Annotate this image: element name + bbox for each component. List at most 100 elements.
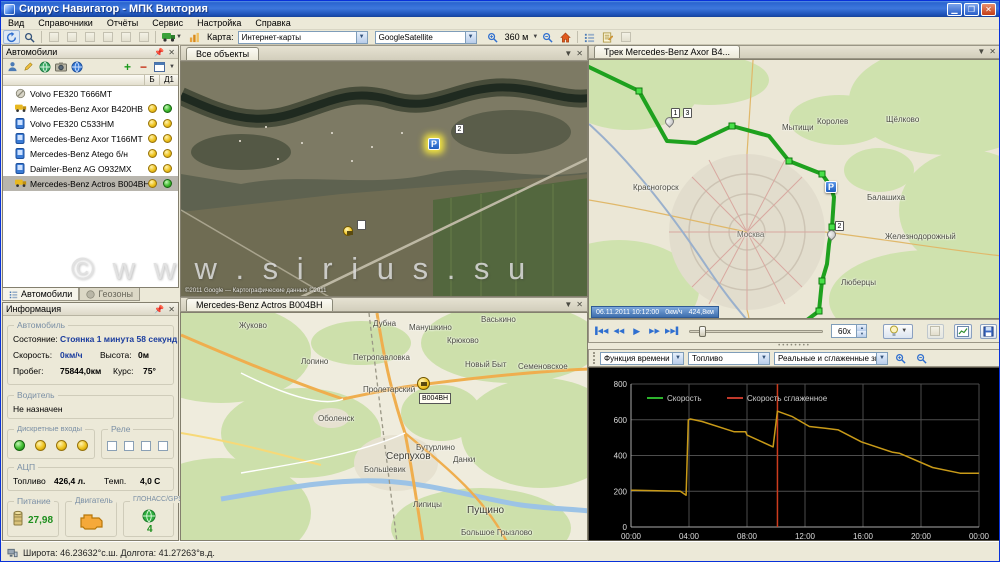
edit-button[interactable]: [22, 60, 35, 73]
track-badge-3[interactable]: 3: [683, 108, 692, 118]
chart-values-combobox[interactable]: Реальные и сглаженные значен ▼: [774, 352, 888, 365]
chevron-down-icon[interactable]: ▼: [356, 32, 367, 43]
menu-reports[interactable]: Отчёты: [100, 18, 145, 28]
home-button[interactable]: [557, 30, 574, 44]
chevron-down-icon[interactable]: ▼: [876, 353, 887, 364]
close-icon[interactable]: ✕: [168, 305, 175, 314]
track-badge-1[interactable]: 1: [671, 108, 680, 118]
chart-zoom-in-button[interactable]: [892, 351, 909, 365]
route-map[interactable]: Жуково Дубна Манушкино Крюково Васькино …: [180, 312, 588, 541]
tab-actros-map-label: Mercedes-Benz Actros B004BH: [196, 300, 323, 310]
sat-parking-marker[interactable]: P: [428, 138, 440, 150]
route-vehicle-marker[interactable]: [417, 377, 430, 390]
tab-geozones[interactable]: Геозоны: [79, 288, 140, 301]
track-button[interactable]: [70, 60, 83, 73]
add-vehicle-button[interactable]: +: [121, 60, 134, 73]
relay-group: Реле: [101, 429, 174, 459]
chevron-down-icon[interactable]: ▼: [564, 300, 572, 309]
scale-dropdown-icon[interactable]: ▼: [532, 34, 538, 40]
close-icon[interactable]: ✕: [989, 47, 996, 56]
play-button[interactable]: ▶: [629, 324, 645, 339]
maximize-button[interactable]: ❐: [964, 3, 979, 16]
camera-button[interactable]: [54, 60, 67, 73]
relay-checkbox-4[interactable]: [158, 441, 168, 451]
satellite-map[interactable]: 2 P ©2011 Google — Картографические данн…: [180, 61, 588, 297]
show-on-map-button[interactable]: [38, 60, 51, 73]
slider-thumb[interactable]: [699, 326, 706, 337]
status-dot-b: [148, 134, 157, 143]
chevron-down-icon[interactable]: ▼: [564, 49, 572, 58]
vehicle-row[interactable]: Mercedes-Benz Axor T166MT: [3, 131, 178, 146]
window-mode-button[interactable]: [153, 60, 166, 73]
chevron-down-icon[interactable]: ▼: [901, 328, 907, 334]
vehicle-row[interactable]: Mercedes-Benz Axor B420HB: [3, 101, 178, 116]
chevron-down-icon[interactable]: ▼: [169, 64, 175, 70]
vehicle-row[interactable]: Volvo FE320 T666MT: [3, 86, 178, 101]
track-parking-marker[interactable]: P: [825, 181, 837, 193]
menu-bar: Вид Справочники Отчёты Сервис Настройка …: [1, 17, 999, 30]
tab-vehicles[interactable]: Автомобили: [2, 288, 79, 301]
vehicle-row[interactable]: Mercedes-Benz Atego б/н: [3, 146, 178, 161]
vehicle-tool-button[interactable]: ▼: [159, 30, 185, 44]
tab-track-axor[interactable]: Трек Mercedes-Benz Axor B4...: [594, 45, 740, 58]
menu-help[interactable]: Справка: [248, 18, 297, 28]
sat-vehicle-marker[interactable]: [343, 226, 353, 236]
vehicle-row[interactable]: Volvo FE320 C533HM: [3, 116, 178, 131]
vehicle-row-selected[interactable]: Mercedes-Benz Actros B004BH: [3, 176, 178, 191]
panels-list-button[interactable]: [581, 30, 598, 44]
tab-all-objects[interactable]: Все объекты: [186, 47, 259, 60]
tab-actros-map[interactable]: Mercedes-Benz Actros B004BH: [186, 298, 333, 311]
pin-icon[interactable]: 📌: [154, 48, 164, 57]
search-button[interactable]: [21, 30, 38, 44]
chart-tool-button[interactable]: [186, 30, 203, 44]
chevron-down-icon[interactable]: ▼: [758, 353, 769, 364]
relay-group-title: Реле: [108, 424, 133, 434]
skip-start-button[interactable]: ▐◀◀: [592, 324, 609, 339]
map-source-combobox[interactable]: Интернет-карты ▼: [238, 31, 368, 44]
skip-end-button[interactable]: ▶▶▌: [664, 324, 681, 339]
menu-settings[interactable]: Настройка: [190, 18, 248, 28]
chevron-down-icon[interactable]: ▼: [672, 353, 683, 364]
driver-button[interactable]: [6, 60, 19, 73]
map-layer-combobox[interactable]: GoogleSatellite ▼: [375, 31, 477, 44]
chart-mode-combobox[interactable]: Функция времени ▼: [600, 352, 684, 365]
chevron-down-icon[interactable]: ▼: [465, 32, 476, 43]
close-icon[interactable]: ✕: [168, 48, 175, 57]
toolbar-grip[interactable]: [593, 352, 596, 364]
track-map[interactable]: 1 3 P 2 Королев Мытищи Щёлково Красногор…: [588, 59, 1000, 319]
zoom-in-button[interactable]: [484, 30, 501, 44]
relay-checkbox-3[interactable]: [141, 441, 151, 451]
fast-forward-button[interactable]: ▶▶: [647, 324, 663, 339]
pin-icon[interactable]: 📌: [154, 305, 164, 314]
chevron-down-icon[interactable]: ▼: [977, 47, 985, 56]
save-button[interactable]: [980, 324, 997, 339]
open-chart-button[interactable]: [954, 324, 973, 339]
sat-waypoint-badge[interactable]: 2: [455, 124, 464, 134]
track-badge-2[interactable]: 2: [835, 221, 844, 231]
vehicle-offline-icon: [15, 88, 27, 99]
playback-speed-spinner[interactable]: 60x ▲▼: [831, 324, 867, 338]
vehicle-row[interactable]: Daimler-Benz AG O932MX: [3, 161, 178, 176]
toolbar-disabled-icon-5: [117, 30, 134, 44]
menu-directories[interactable]: Справочники: [31, 18, 100, 28]
refresh-button[interactable]: [3, 30, 20, 44]
minimize-button[interactable]: ▁: [947, 3, 962, 16]
rewind-button[interactable]: ◀◀: [611, 324, 627, 339]
chart-plot[interactable]: 00:0004:0008:0012:0016:0020:0000:0002004…: [589, 368, 1000, 540]
relay-checkbox-2[interactable]: [124, 441, 134, 451]
close-icon[interactable]: ✕: [576, 300, 583, 309]
close-icon[interactable]: ✕: [576, 49, 583, 58]
sat-vehicle-badge[interactable]: [357, 220, 366, 230]
chart-parameter-combobox[interactable]: Топливо ▼: [688, 352, 770, 365]
zoom-out-button[interactable]: [539, 30, 556, 44]
close-button[interactable]: ✕: [981, 3, 996, 16]
spin-down-icon[interactable]: ▼: [857, 331, 866, 337]
chart-zoom-out-button[interactable]: [913, 351, 930, 365]
menu-view[interactable]: Вид: [1, 18, 31, 28]
menu-service[interactable]: Сервис: [145, 18, 190, 28]
log-button[interactable]: [599, 30, 616, 44]
relay-checkbox-1[interactable]: [107, 441, 117, 451]
track-style-button[interactable]: ▼: [883, 324, 913, 339]
remove-vehicle-button[interactable]: −: [137, 60, 150, 73]
playback-slider[interactable]: [689, 324, 823, 338]
